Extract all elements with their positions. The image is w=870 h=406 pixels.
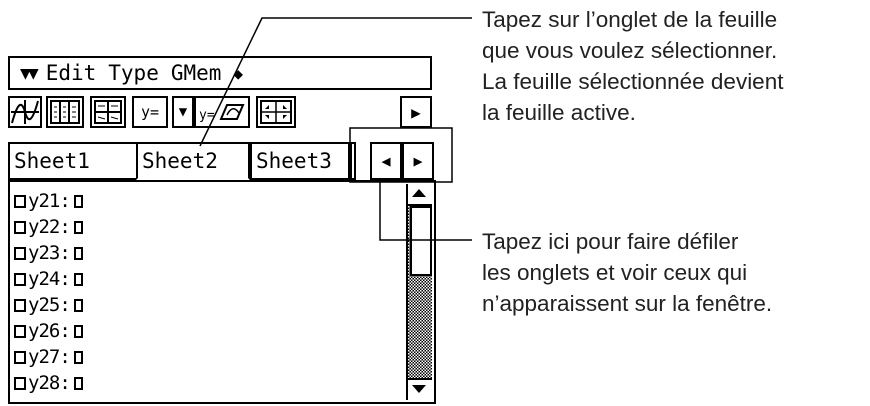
callout-line: La feuille sélectionnée devient <box>482 69 784 94</box>
bottom-callout-leader <box>379 182 472 241</box>
callout-line: la feuille active. <box>482 100 636 125</box>
tab-scroll-highlight-box <box>349 127 453 183</box>
bottom-callout: Tapez ici pour faire défiler les onglets… <box>482 226 772 319</box>
callout-line: les onglets et voir ceux qui <box>482 260 748 285</box>
callout-line: Tapez ici pour faire défiler <box>482 229 739 254</box>
top-callout-leader <box>199 17 472 147</box>
callout-line: que vous voulez sélectionner. <box>482 38 778 63</box>
callout-line: n’apparaissent sur la fenêtre. <box>482 291 773 316</box>
top-callout: Tapez sur l’onglet de la feuille que vou… <box>482 4 783 128</box>
callout-line: Tapez sur l’onglet de la feuille <box>482 7 778 32</box>
